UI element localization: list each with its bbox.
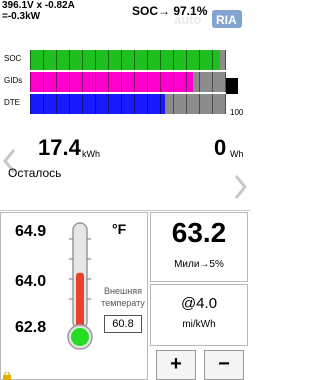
temperature-panel: 64.9 64.0 62.8 °F Внешняя температу 60.8: [0, 212, 148, 380]
external-temp-value: 60.8: [104, 315, 142, 333]
plus-button[interactable]: +: [156, 350, 196, 380]
remaining-label: Осталось: [8, 166, 62, 180]
temp-tick-low: 62.8: [15, 319, 47, 336]
thermometer-bulb: [71, 328, 89, 346]
chevron-right-icon[interactable]: [234, 174, 248, 200]
battery-terminal-icon: [226, 78, 238, 94]
svg-text:RIA: RIA: [216, 13, 237, 27]
temperature-unit: °F: [112, 221, 127, 237]
dte-bar-fill: [30, 94, 166, 114]
soc-bar-fill: [30, 50, 221, 70]
efficiency-card: @4.0 mi/kWh: [150, 284, 248, 346]
minus-button[interactable]: −: [204, 350, 244, 380]
temp-tick-high: 64.9: [15, 223, 47, 240]
voltage-current-text: 396.1V x -0.82A: [2, 0, 75, 11]
range-label: Мили→5%: [174, 259, 224, 270]
range-column: 63.2 Мили→5% @4.0 mi/kWh + −: [150, 212, 248, 380]
wh-value: 0: [214, 135, 227, 160]
efficiency-unit: mi/kWh: [182, 319, 216, 330]
power-text: =-0.3kW: [2, 11, 41, 22]
remaining-energy-value: 17.4: [38, 135, 81, 160]
power-readout: 396.1V x -0.82A =-0.3kW: [2, 0, 75, 22]
external-temp-label: Внешняя температу: [101, 286, 145, 308]
remaining-energy-unit: kWh: [82, 149, 100, 159]
efficiency-value: @4.0: [180, 295, 218, 312]
thermometer-icon: [67, 222, 93, 350]
dte-bar-label: DTE: [4, 98, 20, 107]
gids-bar: [30, 72, 226, 92]
bar-max-label: 100: [230, 108, 244, 117]
thermometer-mercury: [76, 272, 84, 331]
wh-unit: Wh: [230, 149, 244, 159]
soc-bar-label: SOC: [4, 54, 22, 63]
range-value: 63.2: [171, 217, 227, 248]
range-card: 63.2 Мили→5%: [150, 212, 248, 282]
lock-icon: [3, 372, 11, 380]
gids-bar-label: GIDs: [4, 76, 23, 85]
gids-bar-fill: [30, 72, 193, 92]
dte-bar: [30, 94, 226, 114]
section-divider: [0, 210, 250, 211]
svg-text:auto: auto: [174, 12, 202, 27]
soc-bar: [30, 50, 226, 70]
battery-bars-panel: SOC GIDs DTE 100: [4, 48, 244, 117]
temp-tick-mid: 64.0: [15, 273, 47, 290]
autoria-watermark-logo: auto RIA: [174, 10, 242, 28]
